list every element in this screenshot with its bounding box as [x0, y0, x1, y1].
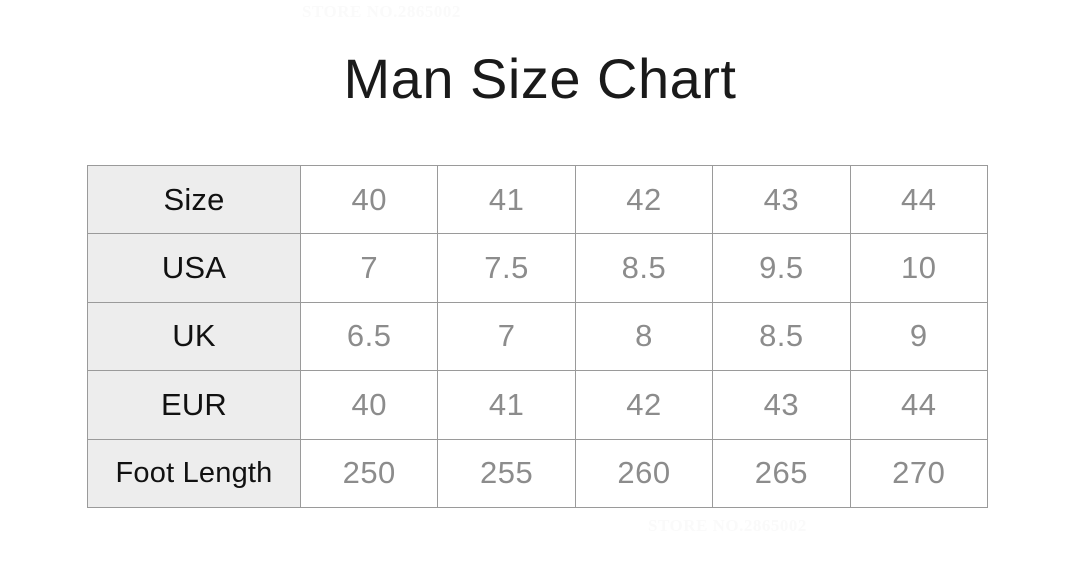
cell-foot-length-col4: 265: [712, 438, 851, 508]
cell-foot-length-col5: 270: [849, 438, 988, 508]
size-chart-page: STORE NO.2865002 Man Size Chart Size 40 …: [0, 0, 1080, 561]
cell-usa-col5: 10: [849, 233, 988, 303]
cell-eur-col1: 40: [299, 370, 439, 440]
cell-usa-col3: 8.5: [574, 233, 714, 303]
cell-uk-col2: 7: [437, 301, 576, 372]
row-label-foot-length: Foot Length: [87, 438, 301, 508]
size-table-container: Size 40 41 42 43 44 USA 7 7.5 8.5 9.5 10…: [87, 164, 988, 508]
cell-size-col1: 40: [299, 164, 439, 235]
row-label-usa: USA: [87, 233, 301, 303]
cell-usa-col1: 7: [299, 233, 439, 303]
page-title: Man Size Chart: [343, 47, 737, 110]
cell-uk-col1: 6.5: [299, 301, 439, 372]
table-row: Size 40 41 42 43 44: [87, 164, 988, 235]
row-label-eur: EUR: [87, 370, 301, 440]
cell-size-col5: 44: [849, 164, 988, 235]
store-watermark-top: STORE NO.2865002: [302, 2, 461, 21]
cell-foot-length-col1: 250: [299, 438, 439, 508]
cell-uk-col3: 8: [574, 301, 714, 372]
size-chart-table: Size 40 41 42 43 44 USA 7 7.5 8.5 9.5 10…: [87, 164, 988, 508]
table-row: Foot Length 250 255 260 265 270: [87, 438, 988, 508]
row-label-uk: UK: [87, 301, 301, 372]
table-row: USA 7 7.5 8.5 9.5 10: [87, 233, 988, 303]
cell-size-col4: 43: [712, 164, 851, 235]
cell-eur-col5: 44: [849, 370, 988, 440]
cell-usa-col2: 7.5: [437, 233, 576, 303]
cell-eur-col4: 43: [712, 370, 851, 440]
row-label-size: Size: [87, 164, 301, 235]
store-watermark-bottom: STORE NO.2865002: [648, 516, 807, 535]
cell-size-col3: 42: [574, 164, 714, 235]
table-row: UK 6.5 7 8 8.5 9: [87, 301, 988, 372]
cell-eur-col2: 41: [437, 370, 576, 440]
cell-usa-col4: 9.5: [712, 233, 851, 303]
cell-uk-col4: 8.5: [712, 301, 851, 372]
cell-uk-col5: 9: [849, 301, 988, 372]
cell-foot-length-col2: 255: [437, 438, 576, 508]
table-row: EUR 40 41 42 43 44: [87, 370, 988, 440]
cell-foot-length-col3: 260: [574, 438, 714, 508]
cell-size-col2: 41: [437, 164, 576, 235]
cell-eur-col3: 42: [574, 370, 714, 440]
